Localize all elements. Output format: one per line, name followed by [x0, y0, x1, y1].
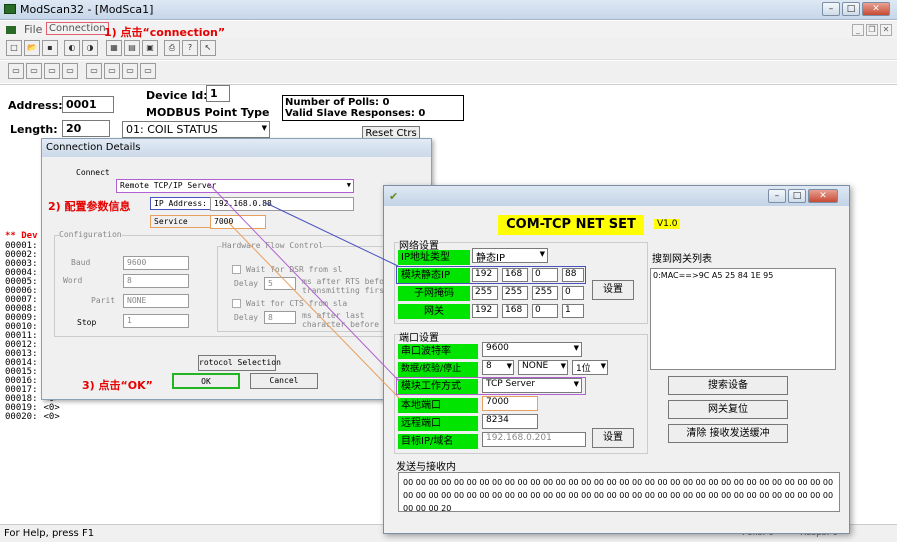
arrow-service [227, 221, 401, 400]
arrow-ip [265, 202, 399, 267]
annotation-arrows [207, 182, 401, 400]
arrow-connect-mode [207, 182, 401, 383]
